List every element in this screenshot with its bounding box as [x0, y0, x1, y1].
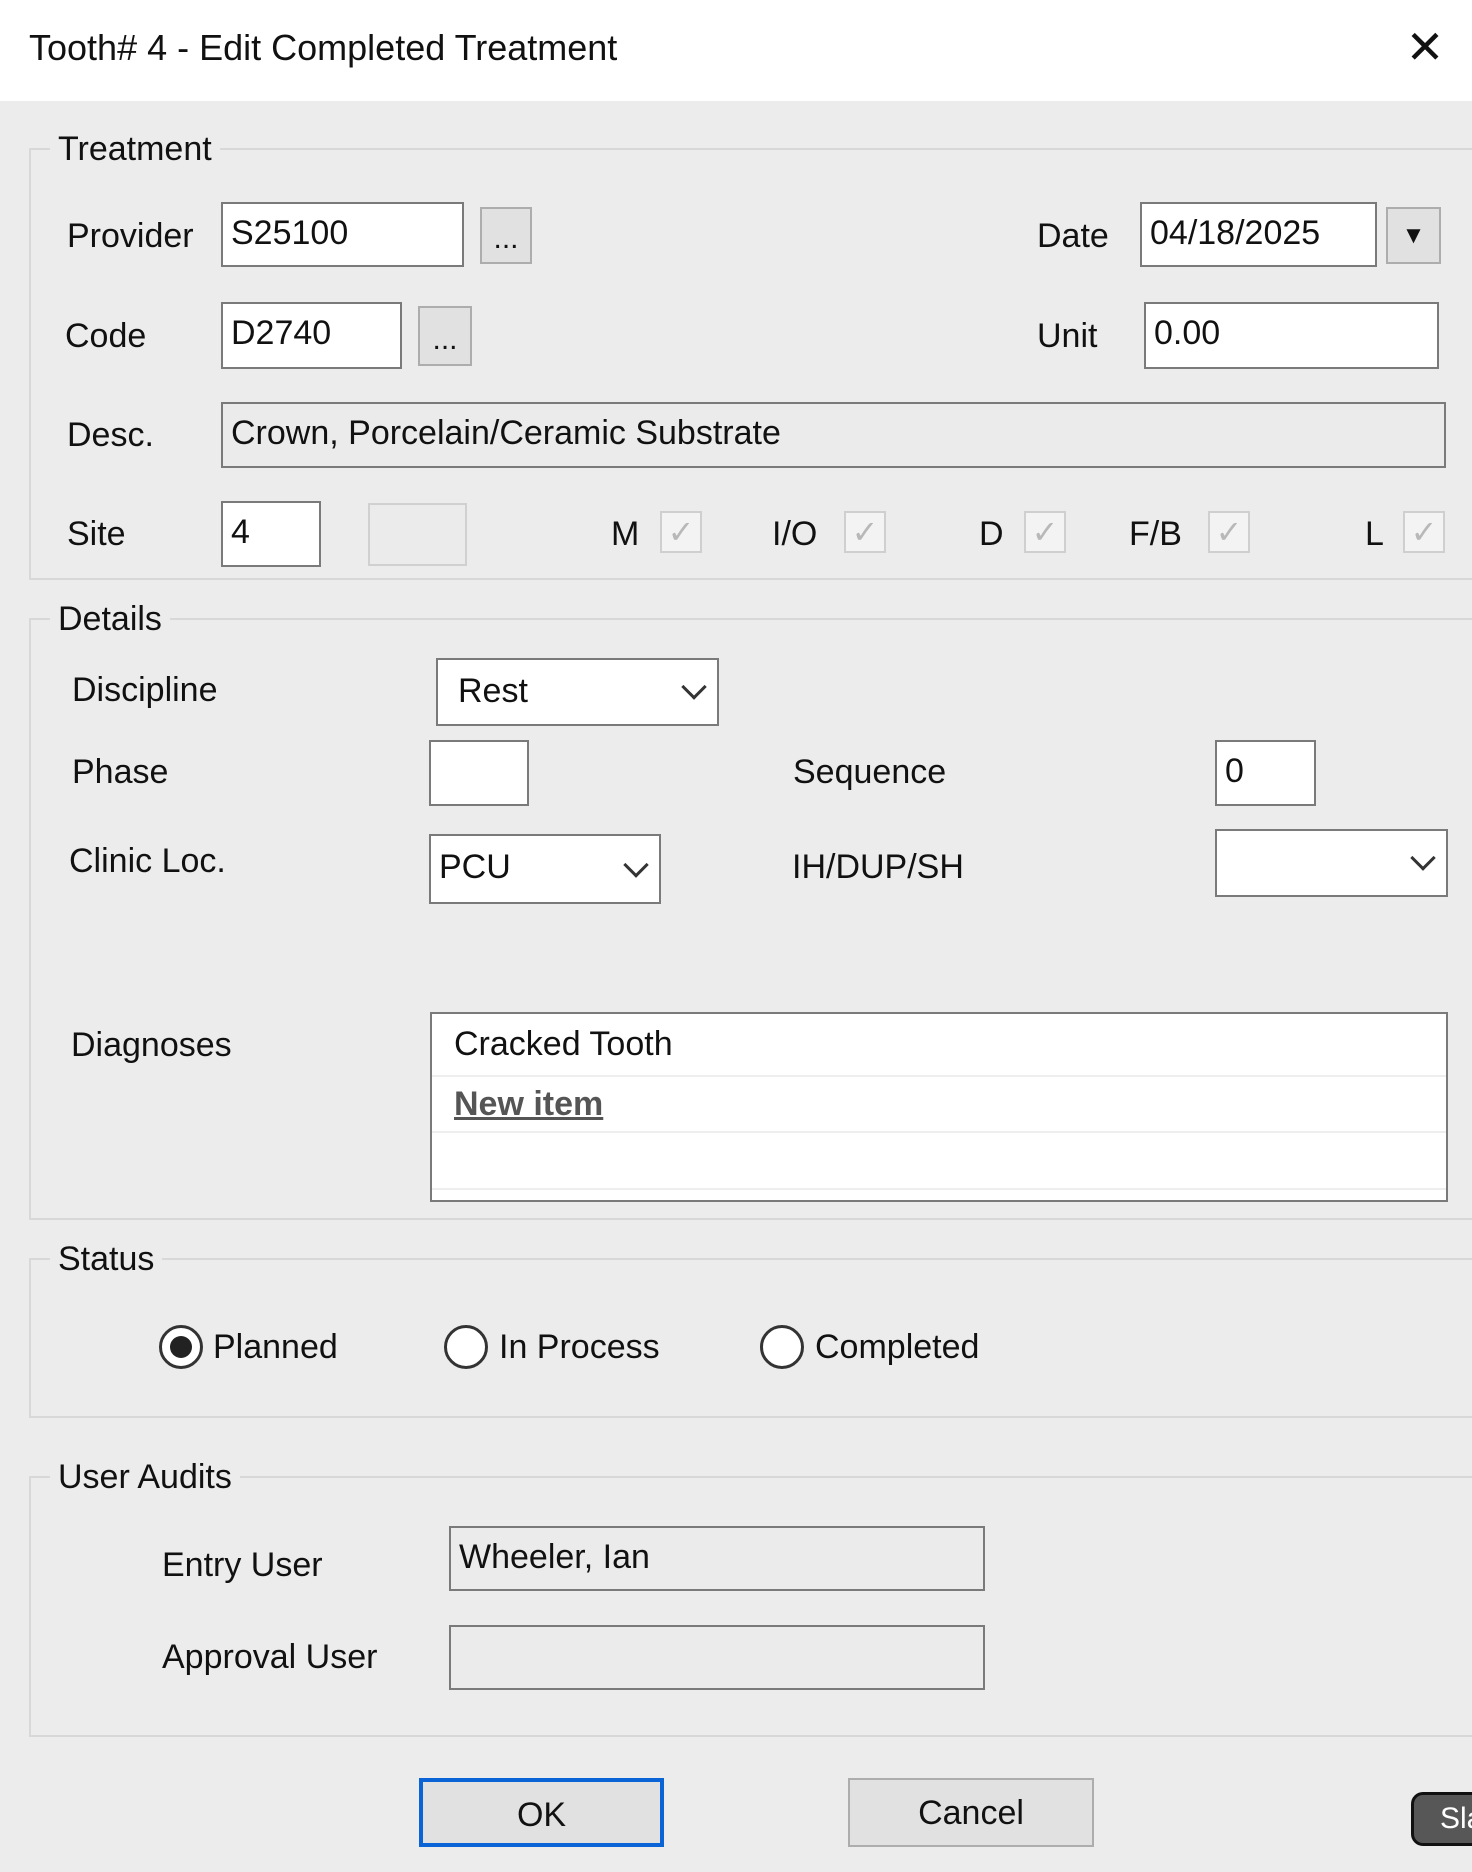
- status-planned-radio[interactable]: [159, 1325, 203, 1369]
- surface-io-label: I/O: [772, 515, 818, 553]
- status-legend: Status: [50, 1239, 163, 1279]
- entry-user-label: Entry User: [162, 1546, 323, 1584]
- sequence-input[interactable]: 0: [1215, 740, 1316, 806]
- ok-button[interactable]: OK: [419, 1778, 664, 1847]
- phase-input[interactable]: [429, 740, 529, 806]
- new-item-link[interactable]: New item: [432, 1077, 1446, 1133]
- approval-user-label: Approval User: [162, 1638, 378, 1676]
- date-dropdown-button[interactable]: ▼: [1386, 207, 1441, 264]
- diagnoses-label: Diagnoses: [71, 1026, 232, 1064]
- discipline-select[interactable]: Rest: [436, 658, 719, 726]
- status-completed-radio[interactable]: [760, 1325, 804, 1369]
- unit-input[interactable]: 0.00: [1144, 302, 1439, 369]
- status-in-process-radio[interactable]: [444, 1325, 488, 1369]
- clinic-loc-label: Clinic Loc.: [69, 842, 226, 880]
- chevron-down-icon: [681, 674, 707, 700]
- clinic-loc-value: PCU: [439, 848, 511, 886]
- date-label: Date: [1037, 217, 1109, 255]
- date-input[interactable]: 04/18/2025: [1140, 202, 1377, 267]
- provider-browse-button[interactable]: ...: [480, 207, 532, 264]
- status-in-process-label[interactable]: In Process: [499, 1327, 660, 1367]
- entry-user-input: Wheeler, Ian: [449, 1526, 985, 1591]
- surface-m-checkbox[interactable]: ✓: [660, 511, 702, 553]
- status-completed-label[interactable]: Completed: [815, 1327, 979, 1367]
- surface-io-checkbox[interactable]: ✓: [844, 511, 886, 553]
- provider-label: Provider: [67, 217, 194, 255]
- ih-dup-sh-select[interactable]: [1215, 829, 1448, 897]
- provider-input[interactable]: S25100: [221, 202, 464, 267]
- surface-fb-checkbox[interactable]: ✓: [1208, 511, 1250, 553]
- surface-fb-label: F/B: [1129, 515, 1182, 553]
- unit-label: Unit: [1037, 317, 1098, 355]
- surface-m-label: M: [611, 515, 640, 553]
- caret-down-icon: ▼: [1401, 222, 1426, 249]
- title-bar: Tooth# 4 - Edit Completed Treatment ✕: [0, 0, 1472, 101]
- code-browse-button[interactable]: ...: [418, 306, 472, 366]
- site-secondary-box: [368, 503, 467, 566]
- surface-l-label: L: [1365, 515, 1384, 553]
- tooltip: Sla: [1411, 1792, 1472, 1846]
- clinic-loc-select[interactable]: PCU: [429, 834, 661, 904]
- site-label: Site: [67, 515, 126, 553]
- desc-label: Desc.: [67, 416, 154, 454]
- status-planned-label[interactable]: Planned: [213, 1327, 338, 1367]
- treatment-legend: Treatment: [50, 129, 220, 169]
- cancel-button[interactable]: Cancel: [848, 1778, 1094, 1847]
- ih-dup-sh-label: IH/DUP/SH: [792, 848, 964, 886]
- surface-d-checkbox[interactable]: ✓: [1024, 511, 1066, 553]
- phase-label: Phase: [72, 753, 169, 791]
- code-input[interactable]: D2740: [221, 302, 402, 369]
- diagnoses-list[interactable]: Cracked Tooth New item: [430, 1012, 1448, 1202]
- user-audits-group: [29, 1476, 1472, 1737]
- list-item[interactable]: Cracked Tooth: [432, 1014, 1446, 1077]
- desc-input: Crown, Porcelain/Ceramic Substrate: [221, 402, 1446, 468]
- code-label: Code: [65, 317, 147, 355]
- close-icon[interactable]: ✕: [1400, 22, 1450, 72]
- site-input[interactable]: 4: [221, 501, 321, 567]
- discipline-value: Rest: [458, 672, 528, 710]
- details-legend: Details: [50, 599, 170, 639]
- surface-l-checkbox[interactable]: ✓: [1403, 511, 1445, 553]
- chevron-down-icon: [623, 852, 649, 878]
- discipline-label: Discipline: [72, 671, 218, 709]
- window-title: Tooth# 4 - Edit Completed Treatment: [29, 27, 618, 68]
- user-audits-legend: User Audits: [50, 1457, 240, 1497]
- surface-d-label: D: [979, 515, 1004, 553]
- sequence-label: Sequence: [793, 753, 947, 791]
- empty-row: [432, 1133, 1446, 1190]
- approval-user-input: [449, 1625, 985, 1690]
- chevron-down-icon: [1410, 845, 1436, 871]
